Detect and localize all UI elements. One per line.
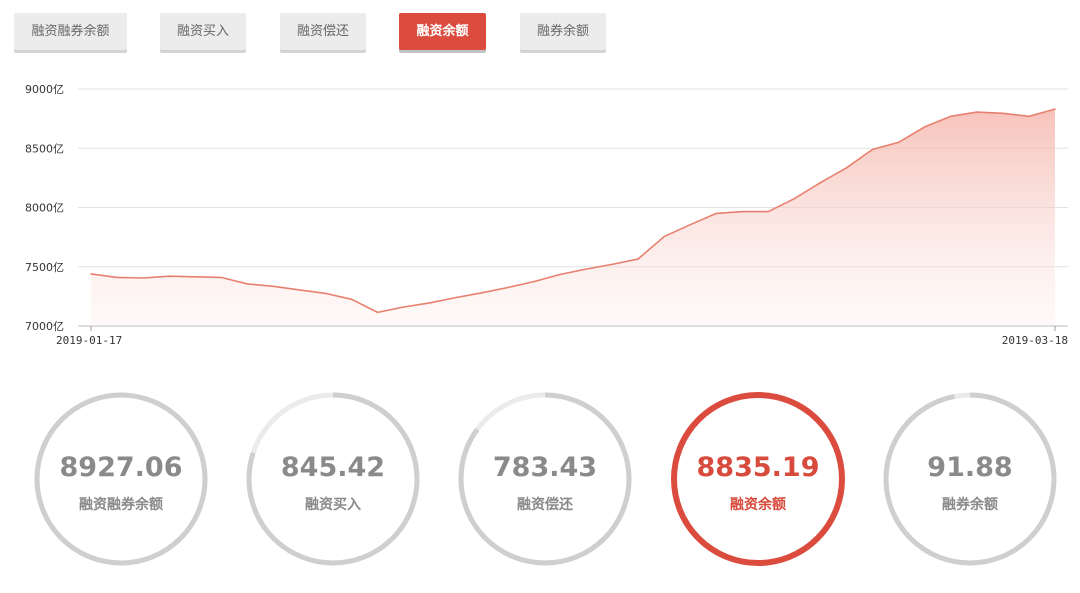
- data-point: [559, 273, 561, 276]
- data-point: [715, 212, 718, 215]
- data-point: [168, 275, 170, 278]
- data-point: [90, 273, 92, 275]
- data-point: [767, 210, 770, 213]
- data-point: [116, 276, 118, 279]
- data-point: [871, 148, 874, 151]
- summary-label: 融资买入: [305, 497, 361, 513]
- tab-short-balance[interactable]: 融券余额: [520, 13, 606, 50]
- data-point: [793, 197, 796, 200]
- tab-margin-total[interactable]: 融资融券余额: [14, 13, 127, 50]
- summary-card-short-balance: 91.88 融券余额: [881, 390, 1059, 568]
- area-layer: [90, 108, 1056, 326]
- summary-value: 8835.19: [696, 452, 820, 483]
- summary-label: 融资偿还: [517, 497, 573, 513]
- data-point: [454, 296, 457, 299]
- tab-financing-buy[interactable]: 融资买入: [160, 13, 246, 50]
- data-point: [897, 141, 900, 144]
- summary-value: 783.43: [492, 452, 598, 483]
- data-point: [428, 302, 431, 304]
- x-tick-label: 2019-01-17: [56, 334, 122, 347]
- data-point: [350, 298, 353, 301]
- data-point: [481, 292, 483, 294]
- data-point: [220, 276, 223, 279]
- data-point: [298, 289, 301, 291]
- data-point: [845, 167, 848, 169]
- summary-card-financing-balance: 8835.19 融资余额: [669, 390, 847, 568]
- data-point: [324, 292, 327, 295]
- area-fill: [91, 109, 1055, 326]
- data-point: [142, 277, 144, 279]
- summary-card-financing-repay: 783.43 融资偿还: [456, 390, 634, 568]
- tab-financing-balance[interactable]: 融资余额: [399, 13, 486, 50]
- balance-area-chart: 7000亿 7500亿 8000亿 8500亿 9000亿 2019-01-17 2019-…: [25, 83, 1068, 347]
- summary-label: 融资融券余额: [79, 497, 163, 513]
- data-point: [272, 285, 275, 288]
- summary-value: 845.42: [280, 452, 386, 483]
- summary-label: 融资余额: [730, 497, 786, 513]
- x-tick-label: 2019-03-18: [1002, 334, 1068, 347]
- summary-value: 91.88: [927, 452, 1013, 483]
- data-point: [1054, 108, 1056, 110]
- data-point: [246, 283, 249, 285]
- y-tick-label: 9000亿: [25, 83, 64, 96]
- data-point: [923, 126, 926, 128]
- data-point: [585, 268, 587, 270]
- data-point: [949, 115, 952, 118]
- data-point: [1002, 112, 1004, 115]
- data-point: [663, 235, 665, 238]
- data-point: [976, 111, 978, 113]
- data-point: [1028, 115, 1030, 118]
- data-point: [507, 286, 509, 289]
- summary-card-margin-total: 8927.06 融资融券余额: [32, 390, 210, 568]
- data-point: [741, 210, 744, 213]
- summary-card-financing-buy: 845.42 融资买入: [244, 390, 422, 568]
- summary-label: 融券余额: [942, 497, 998, 513]
- data-point: [819, 181, 822, 184]
- y-tick-label: 7500亿: [25, 261, 64, 274]
- data-point: [402, 306, 405, 308]
- data-point: [611, 263, 613, 266]
- data-point: [637, 258, 639, 260]
- data-point: [376, 311, 379, 314]
- tab-financing-repay[interactable]: 融资偿还: [280, 13, 366, 50]
- summary-value: 8927.06: [59, 452, 183, 483]
- data-point: [194, 276, 197, 278]
- y-tick-label: 8500亿: [25, 142, 64, 155]
- data-point: [533, 280, 535, 283]
- y-tick-label: 8000亿: [25, 202, 64, 215]
- data-point: [689, 223, 692, 226]
- y-tick-label: 7000亿: [25, 320, 64, 333]
